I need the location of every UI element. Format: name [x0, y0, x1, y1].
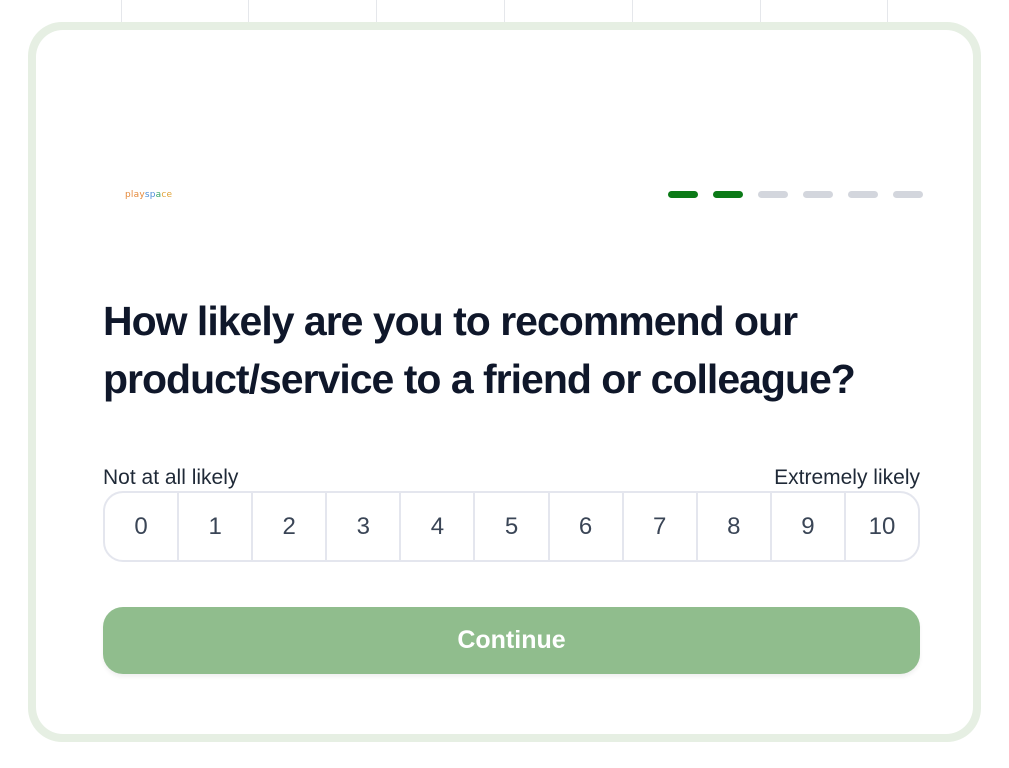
rating-option-3[interactable]: 3 [327, 493, 402, 560]
progress-step-pending [848, 191, 878, 198]
logo-text-part: ce [161, 190, 173, 200]
rating-option-10[interactable]: 10 [846, 493, 918, 560]
scale-min-label: Not at all likely [103, 466, 239, 489]
rating-option-2[interactable]: 2 [253, 493, 328, 560]
grid-line [504, 0, 505, 22]
playspace-logo: playspace [125, 190, 172, 200]
progress-step-pending [803, 191, 833, 198]
rating-option-5[interactable]: 5 [475, 493, 550, 560]
rating-option-9[interactable]: 9 [772, 493, 846, 560]
logo-text-part: play [125, 190, 145, 200]
grid-line [632, 0, 633, 22]
rating-option-1[interactable]: 1 [179, 493, 254, 560]
progress-step-completed [713, 191, 743, 198]
progress-step-pending [758, 191, 788, 198]
grid-line [121, 0, 122, 22]
rating-option-6[interactable]: 6 [550, 493, 624, 560]
scale-max-label: Extremely likely [774, 466, 920, 489]
grid-line [760, 0, 761, 22]
continue-button[interactable]: Continue [103, 607, 920, 674]
progress-step-completed [668, 191, 698, 198]
survey-card: playspace How likely are you to recommen… [36, 30, 973, 734]
nps-rating-scale: 0 1 2 3 4 5 6 7 8 9 10 [103, 491, 920, 562]
logo-text-part: sp [144, 190, 156, 200]
progress-step-pending [893, 191, 923, 198]
rating-option-7[interactable]: 7 [624, 493, 698, 560]
rating-option-8[interactable]: 8 [698, 493, 772, 560]
grid-line [248, 0, 249, 22]
grid-line [887, 0, 888, 22]
scale-labels: Not at all likely Extremely likely [103, 466, 920, 490]
rating-option-0[interactable]: 0 [105, 493, 180, 560]
rating-option-4[interactable]: 4 [401, 493, 476, 560]
grid-line [376, 0, 377, 22]
survey-card-frame: playspace How likely are you to recommen… [28, 22, 981, 742]
step-progress-indicator [668, 191, 923, 198]
question-heading: How likely are you to recommend our prod… [103, 298, 856, 402]
